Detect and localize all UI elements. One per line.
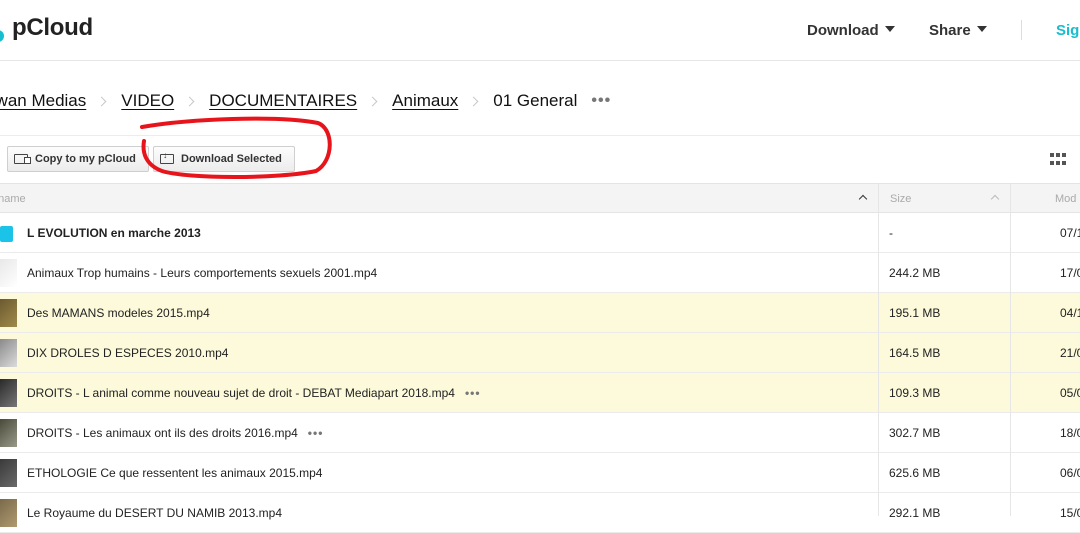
- caret-down-icon: [884, 26, 895, 33]
- breadcrumb-item[interactable]: Animaux: [392, 91, 458, 111]
- file-modified-date: 21/0: [1060, 346, 1080, 360]
- nav-divider: [1021, 20, 1022, 40]
- file-modified-date: 05/0: [1060, 386, 1080, 400]
- grid-view-icon[interactable]: [1050, 153, 1068, 167]
- video-thumbnail: [0, 499, 17, 527]
- download-icon: [160, 150, 174, 164]
- download-selected-button[interactable]: Download Selected: [153, 146, 295, 172]
- file-size: 195.1 MB: [889, 306, 941, 320]
- column-header-name[interactable]: ename: [0, 193, 26, 205]
- more-options-icon[interactable]: •••: [591, 92, 611, 110]
- file-modified-date: 17/0: [1060, 266, 1080, 280]
- table-row[interactable]: ETHOLOGIE Ce que ressentent les animaux …: [0, 453, 1080, 493]
- share-menu[interactable]: Share: [929, 22, 987, 39]
- breadcrumb-item[interactable]: ijwan Medias: [0, 91, 86, 111]
- breadcrumb-item[interactable]: DOCUMENTAIRES: [209, 91, 357, 111]
- copy-to-my-pcloud-button[interactable]: Copy to my pCloud: [7, 146, 149, 172]
- file-name[interactable]: ETHOLOGIE Ce que ressentent les animaux …: [27, 466, 322, 480]
- table-row[interactable]: DROITS - Les animaux ont ils des droits …: [0, 413, 1080, 453]
- table-header: ename Size Mod: [0, 183, 1080, 213]
- column-divider: [878, 183, 879, 516]
- video-thumbnail: [0, 299, 17, 327]
- video-thumbnail: [0, 459, 17, 487]
- folder-icon: [0, 226, 13, 242]
- sort-up-icon[interactable]: [859, 193, 867, 201]
- signin-link[interactable]: Sign: [1056, 22, 1080, 39]
- column-divider: [1010, 183, 1011, 516]
- breadcrumb-current: 01 General: [493, 91, 578, 110]
- download-menu[interactable]: Download: [807, 22, 895, 39]
- chevron-right-icon: [96, 96, 107, 106]
- chevron-right-icon: [367, 96, 378, 106]
- file-name[interactable]: Des MAMANS modeles 2015.mp4: [27, 306, 210, 320]
- column-header-size[interactable]: Size: [890, 193, 911, 205]
- file-name[interactable]: DROITS - L animal comme nouveau sujet de…: [27, 386, 481, 400]
- file-size: -: [889, 226, 893, 240]
- file-name[interactable]: DROITS - Les animaux ont ils des droits …: [27, 426, 323, 440]
- column-header-modified[interactable]: Mod: [1055, 193, 1076, 205]
- top-bar: pCloud Download Share Sign: [0, 0, 1080, 61]
- file-size: 292.1 MB: [889, 506, 941, 520]
- file-size: 625.6 MB: [889, 466, 941, 480]
- copy-icon: [14, 154, 31, 164]
- file-size: 164.5 MB: [889, 346, 941, 360]
- table-row[interactable]: DIX DROLES D ESPECES 2010.mp4 164.5 MB 21/…: [0, 333, 1080, 373]
- file-size: 244.2 MB: [889, 266, 941, 280]
- video-thumbnail: [0, 339, 17, 367]
- sort-up-icon[interactable]: [991, 193, 999, 201]
- share-menu-label: Share: [929, 22, 971, 39]
- copy-button-label: Copy to my pCloud: [35, 153, 136, 165]
- video-thumbnail: [0, 259, 17, 287]
- table-row[interactable]: Animaux Trop humains - Leurs comportemen…: [0, 253, 1080, 293]
- table-row[interactable]: Le Royaume du DESERT DU NAMIB 2013.mp4 29…: [0, 493, 1080, 533]
- file-name[interactable]: L EVOLUTION en marche 2013: [27, 226, 201, 240]
- chevron-right-icon: [468, 96, 479, 106]
- file-size: 109.3 MB: [889, 386, 941, 400]
- more-options-icon[interactable]: •••: [465, 386, 481, 400]
- caret-down-icon: [976, 26, 987, 33]
- file-modified-date: 06/0: [1060, 466, 1080, 480]
- table-row[interactable]: Des MAMANS modeles 2015.mp4 195.1 MB 04/1: [0, 293, 1080, 333]
- table-row[interactable]: L EVOLUTION en marche 2013 - 07/1: [0, 213, 1080, 253]
- divider: [0, 135, 1080, 136]
- file-name[interactable]: DIX DROLES D ESPECES 2010.mp4: [27, 346, 228, 360]
- file-modified-date: 07/1: [1060, 226, 1080, 240]
- more-options-icon[interactable]: •••: [308, 426, 324, 440]
- file-modified-date: 15/0: [1060, 506, 1080, 520]
- breadcrumb-item[interactable]: VIDEO: [121, 91, 174, 111]
- download-button-label: Download Selected: [181, 153, 282, 165]
- video-thumbnail: [0, 419, 17, 447]
- file-name[interactable]: Le Royaume du DESERT DU NAMIB 2013.mp4: [27, 506, 282, 520]
- file-modified-date: 04/1: [1060, 306, 1080, 320]
- file-name[interactable]: Animaux Trop humains - Leurs comportemen…: [27, 266, 377, 280]
- breadcrumb: ijwan Medias VIDEO DOCUMENTAIRES Animaux…: [0, 86, 611, 116]
- pcloud-logo-text[interactable]: pCloud: [12, 14, 93, 42]
- chevron-right-icon: [184, 96, 195, 106]
- file-size: 302.7 MB: [889, 426, 941, 440]
- file-modified-date: 18/0: [1060, 426, 1080, 440]
- video-thumbnail: [0, 379, 17, 407]
- table-row[interactable]: DROITS - L animal comme nouveau sujet de…: [0, 373, 1080, 413]
- pcloud-logo-icon: [0, 30, 4, 42]
- download-menu-label: Download: [807, 22, 879, 39]
